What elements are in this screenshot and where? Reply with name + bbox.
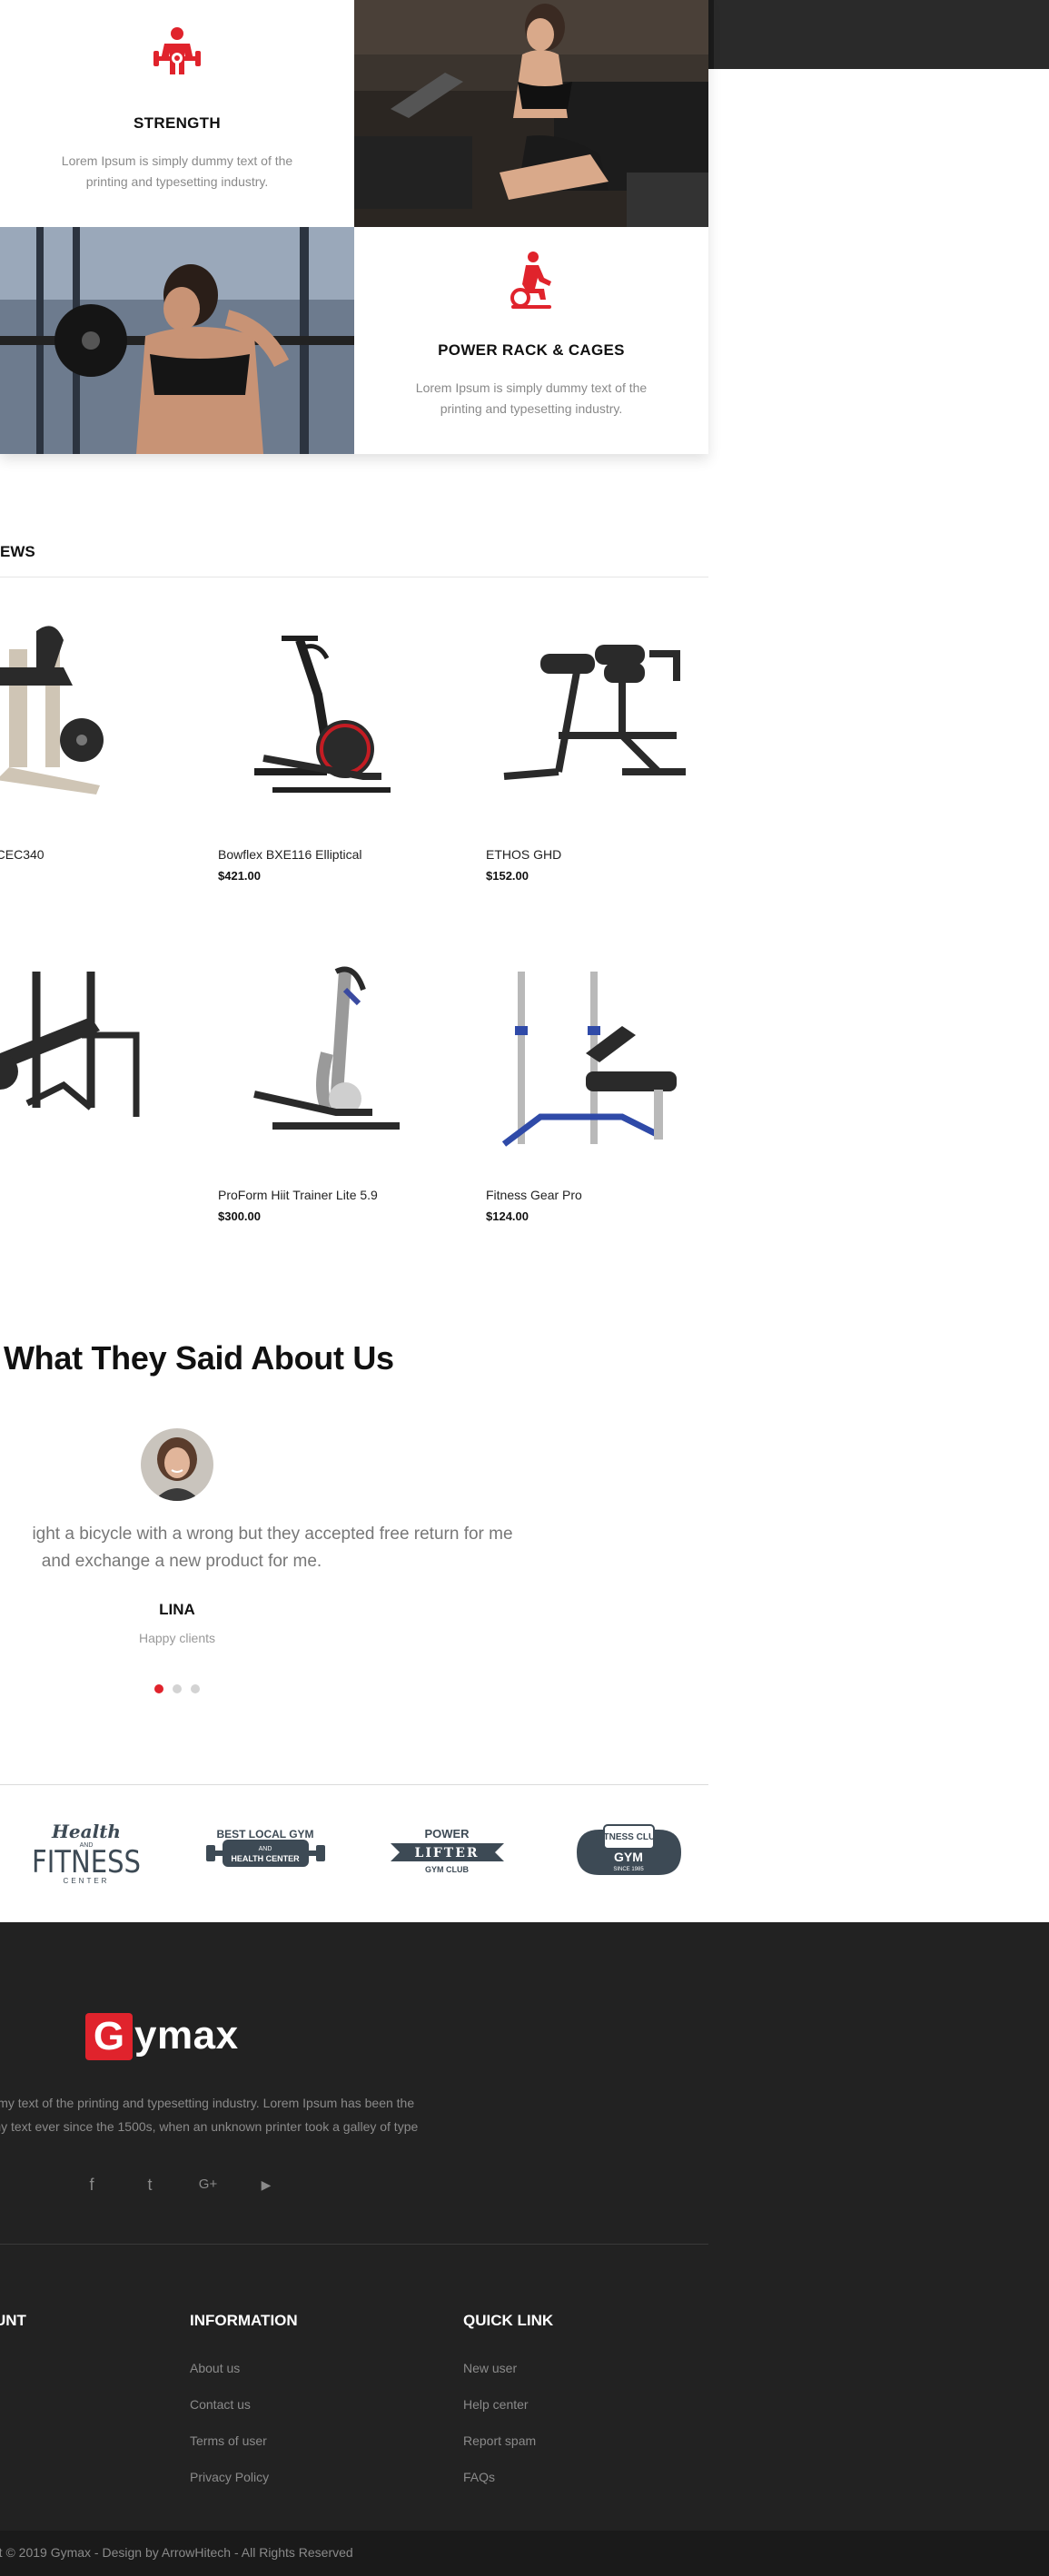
section-title-testimonials: What They Said About Us (4, 1339, 394, 1377)
footer-link-privacy-policy[interactable]: Privacy Policy (190, 2470, 269, 2484)
product-price: $300.00 (218, 1209, 261, 1223)
product-card[interactable]: Bowflex BXE116 Elliptical $421.00 (218, 613, 454, 885)
youtube-icon[interactable]: ▶ (255, 2174, 277, 2196)
product-image[interactable] (0, 953, 209, 1162)
product-name[interactable]: ProForm Hiit Trainer Lite 5.9 (218, 1188, 378, 1202)
brand-logo-health-fitness[interactable]: Health AND FITNESS CENTER (27, 1816, 145, 1889)
divider (0, 2244, 708, 2245)
product-card[interactable]: ETHOS GHD $152.00 (486, 613, 722, 885)
product-card[interactable]: id GCEC340 (0, 613, 209, 885)
brand-text: HEALTH CENTER (231, 1854, 300, 1863)
product-price: $421.00 (218, 869, 261, 883)
divider (0, 1784, 708, 1785)
footer-column-title: INFORMATION (190, 2312, 298, 2329)
brand-text: AND (259, 1846, 272, 1852)
slider-dot[interactable] (191, 1684, 200, 1693)
slider-dot-active[interactable] (154, 1684, 163, 1693)
footer-link-faqs[interactable]: FAQs (463, 2470, 495, 2484)
product-name[interactable]: id GCEC340 (0, 847, 45, 862)
exercise-bike-icon (510, 252, 551, 309)
product-price: $124.00 (486, 1209, 529, 1223)
product-name[interactable]: Bowflex BXE116 Elliptical (218, 847, 361, 862)
product-image[interactable] (486, 953, 722, 1162)
feature-tile-strength: STRENGTH Lorem Ipsum is simply dummy tex… (0, 0, 354, 227)
footer-column-title: UNT (0, 2312, 26, 2329)
product-card[interactable]: Fitness Gear Pro $124.00 (486, 953, 722, 1226)
brand-text: FITNESS (32, 1844, 141, 1880)
client-avatar (141, 1428, 213, 1501)
footer-link-contact-us[interactable]: Contact us (190, 2397, 251, 2412)
section-title-news: EWS (0, 543, 35, 560)
woman-barbell-photo (0, 227, 354, 454)
brand-logo-power-lifter[interactable]: POWER LIFTER GYM CLUB (386, 1816, 509, 1889)
feature-grid: STRENGTH Lorem Ipsum is simply dummy tex… (0, 0, 708, 454)
testimonial-quote-line: and exchange a new product for me. (41, 1552, 322, 1571)
gym-treadmill-photo (354, 0, 708, 227)
feature-text: Lorem Ipsum is simply dummy text of the … (415, 380, 648, 416)
logo-mark: G (85, 2013, 133, 2060)
footer-about: dummy text of the printing and typesetti… (0, 2091, 518, 2138)
copyright-text: ight © 2019 Gymax - Design by ArrowHitec… (0, 2545, 353, 2560)
footer-link-report-spam[interactable]: Report spam (463, 2433, 536, 2448)
brand-text: LIFTER (414, 1846, 479, 1860)
brand-text: GYM CLUB (425, 1865, 469, 1874)
footer-link-new-user[interactable]: New user (463, 2361, 517, 2375)
client-role: Happy clients (138, 1631, 216, 1645)
google-plus-icon[interactable]: G+ (197, 2174, 219, 2196)
slider-dot[interactable] (173, 1684, 182, 1693)
product-name[interactable]: Fitness Gear Pro (486, 1188, 582, 1202)
brand-logo-fitness-club-gym[interactable]: FITNESS CLUB GYM SINCE 1985 (568, 1816, 690, 1889)
footer-link-help-center[interactable]: Help center (463, 2397, 529, 2412)
product-image[interactable] (218, 613, 454, 822)
footer-link-about-us[interactable]: About us (190, 2361, 240, 2375)
facebook-icon[interactable]: f (81, 2174, 103, 2196)
product-name[interactable]: ETHOS GHD (486, 847, 561, 862)
hero-banner-edge (708, 0, 1049, 69)
page: STRENGTH Lorem Ipsum is simply dummy tex… (0, 0, 1049, 2576)
feature-title: STRENGTH (134, 114, 221, 132)
footer-about-line: dummy text of the printing and typesetti… (0, 2096, 415, 2110)
product-card[interactable]: ProForm Hiit Trainer Lite 5.9 $300.00 (218, 953, 454, 1226)
twitter-icon[interactable]: t (139, 2174, 161, 2196)
logo-text: ymax (134, 2013, 239, 2058)
brand-text: GYM (614, 1850, 643, 1864)
product-image[interactable] (486, 613, 722, 822)
footer-column-title: QUICK LINK (463, 2312, 554, 2329)
testimonial-quote-line: ight a bicycle with a wrong but they acc… (32, 1525, 513, 1544)
client-name: LINA (159, 1601, 195, 1618)
brand-text: POWER (424, 1827, 470, 1841)
brand-text: CENTER (64, 1877, 110, 1885)
feature-tile-power-rack: POWER RACK & CAGES Lorem Ipsum is simply… (354, 227, 708, 454)
product-price: $152.00 (486, 869, 529, 883)
brand-text: Health (51, 1821, 121, 1842)
feature-title: POWER RACK & CAGES (438, 341, 625, 359)
feature-text: Lorem Ipsum is simply dummy text of the … (61, 153, 293, 189)
product-image[interactable] (218, 953, 454, 1162)
brand-text: FITNESS CLUB (596, 1832, 662, 1842)
brand-text: SINCE 1985 (613, 1867, 644, 1872)
footer-about-line: ummy text ever since the 1500s, when an … (0, 2119, 419, 2134)
product-image[interactable] (0, 613, 209, 822)
strength-weight-icon (153, 27, 201, 74)
brand-logo-best-local-gym[interactable]: BEST LOCAL GYM AND HEALTH CENTER (204, 1816, 327, 1889)
product-card[interactable]: ench (0, 953, 209, 1226)
footer-link-terms[interactable]: Terms of user (190, 2433, 267, 2448)
brand-text: BEST LOCAL GYM (216, 1828, 313, 1841)
